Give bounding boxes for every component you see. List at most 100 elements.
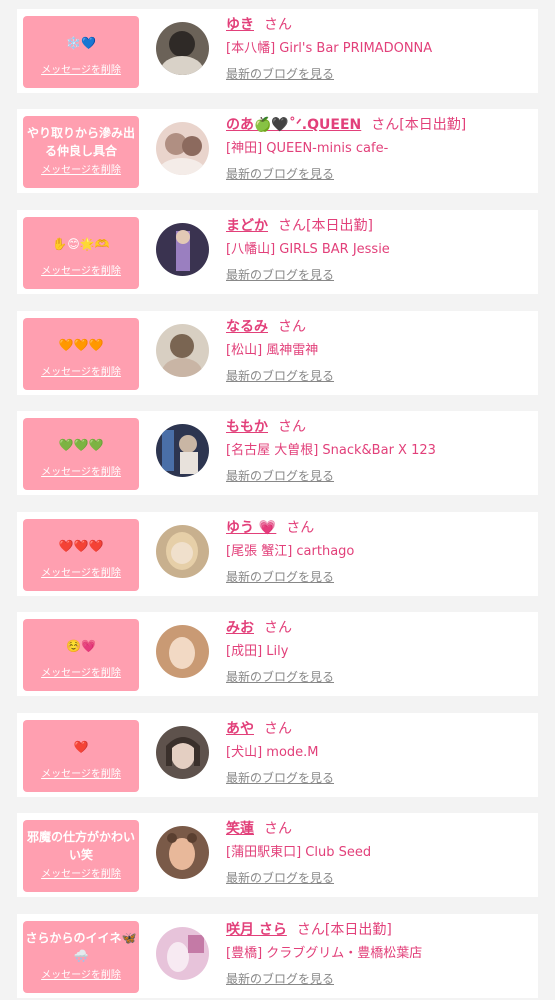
delete-message-link[interactable]: メッセージを削除 (23, 969, 139, 983)
list-item: 🧡🧡🧡 メッセージを削除 なるみ さん [松山] 風神雷神 最新のブログを見る (17, 311, 538, 395)
shop-name: [犬山] mode.M (226, 745, 319, 760)
message-text: ✋😊🌟🫶 (52, 237, 110, 251)
delete-message-link[interactable]: メッセージを削除 (23, 64, 139, 78)
message-box: 邪魔の仕方がかわいい笑 メッセージを削除 (23, 820, 139, 892)
message-box: 💚💚💚 メッセージを削除 (23, 418, 139, 490)
avatar[interactable] (156, 424, 209, 477)
blog-link[interactable]: 最新のブログを見る (226, 570, 534, 585)
message-text: さらからのイイネ🦋🌨️ (25, 931, 137, 963)
status-text: [本日出勤] (306, 218, 373, 234)
shop-name: [神田] QUEEN-minis cafe- (226, 141, 389, 156)
blog-link[interactable]: 最新のブログを見る (226, 771, 534, 786)
shop-name: [本八幡] Girl's Bar PRIMADONNA (226, 41, 433, 56)
message-box: ☺️💗 メッセージを削除 (23, 619, 139, 691)
delete-message-link[interactable]: メッセージを削除 (23, 164, 139, 178)
shop-name: [成田] Lily (226, 644, 289, 659)
message-text: 邪魔の仕方がかわいい笑 (26, 830, 135, 862)
message-text: ☺️💗 (66, 639, 96, 653)
user-name-link[interactable]: のあ🍏🖤˚ᐟ.QUEEN (226, 117, 361, 133)
blog-link[interactable]: 最新のブログを見る (226, 268, 534, 283)
delete-message-link[interactable]: メッセージを削除 (23, 265, 139, 279)
item-info: ゆう 💗 さん [尾張 蟹江] carthago 最新のブログを見る (226, 519, 534, 585)
user-name-link[interactable]: 笑蓮 (226, 821, 254, 837)
delete-message-link[interactable]: メッセージを削除 (23, 868, 139, 882)
shop-name: [名古屋 大曽根] Snack&Bar X 123 (226, 443, 436, 458)
honorific: さん (278, 419, 306, 435)
delete-message-link[interactable]: メッセージを削除 (23, 667, 139, 681)
delete-message-link[interactable]: メッセージを削除 (23, 567, 139, 581)
list-item: ❄️💙 メッセージを削除 ゆき さん [本八幡] Girl's Bar PRIMA… (17, 9, 538, 93)
list-item: ❤️❤️❤️ メッセージを削除 ゆう 💗 さん [尾張 蟹江] carthago … (17, 512, 538, 596)
item-info: 咲月 さら さん[本日出勤] [豊橋] クラブグリム・豊橋松葉店 最新のブログを見… (226, 921, 534, 987)
blog-link[interactable]: 最新のブログを見る (226, 67, 534, 82)
user-name-link[interactable]: まどか (226, 218, 268, 234)
honorific: さん (264, 620, 292, 636)
item-info: のあ🍏🖤˚ᐟ.QUEEN さん[本日出勤] [神田] QUEEN-minis ca… (226, 116, 534, 182)
item-info: まどか さん[本日出勤] [八幡山] GIRLS BAR Jessie 最新のブロ… (226, 217, 534, 283)
list-item: 💚💚💚 メッセージを削除 ももか さん [名古屋 大曽根] Snack&Bar X… (17, 411, 538, 495)
item-info: ももか さん [名古屋 大曽根] Snack&Bar X 123 最新のブログを見… (226, 418, 534, 484)
user-name-link[interactable]: あや (226, 721, 254, 737)
delete-message-link[interactable]: メッセージを削除 (23, 768, 139, 782)
list-item: 邪魔の仕方がかわいい笑 メッセージを削除 笑蓮 さん [蒲田駅東口] Club S… (17, 813, 538, 897)
user-name-link[interactable]: なるみ (226, 319, 268, 335)
item-info: なるみ さん [松山] 風神雷神 最新のブログを見る (226, 318, 534, 384)
message-box: ❤️❤️❤️ メッセージを削除 (23, 519, 139, 591)
blog-link[interactable]: 最新のブログを見る (226, 369, 534, 384)
list-item: ☺️💗 メッセージを削除 みお さん [成田] Lily 最新のブログを見る (17, 612, 538, 696)
list-item: やり取りから滲み出る仲良し具合 メッセージを削除 のあ🍏🖤˚ᐟ.QUEEN さん[… (17, 109, 538, 193)
message-text: やり取りから滲み出る仲良し具合 (26, 126, 135, 158)
message-text: ❤️ (73, 740, 89, 754)
message-box: ❤️ メッセージを削除 (23, 720, 139, 792)
blog-link[interactable]: 最新のブログを見る (226, 972, 534, 987)
item-info: 笑蓮 さん [蒲田駅東口] Club Seed 最新のブログを見る (226, 820, 534, 886)
message-box: 🧡🧡🧡 メッセージを削除 (23, 318, 139, 390)
message-box: ✋😊🌟🫶 メッセージを削除 (23, 217, 139, 289)
blog-link[interactable]: 最新のブログを見る (226, 670, 534, 685)
list-item: ✋😊🌟🫶 メッセージを削除 まどか さん[本日出勤] [八幡山] GIRLS BA… (17, 210, 538, 294)
user-name-link[interactable]: ももか (226, 419, 268, 435)
blog-link[interactable]: 最新のブログを見る (226, 469, 534, 484)
honorific: さん (278, 218, 306, 234)
honorific: さん (264, 17, 292, 33)
message-box: ❄️💙 メッセージを削除 (23, 16, 139, 88)
shop-name: [豊橋] クラブグリム・豊橋松葉店 (226, 946, 423, 961)
avatar[interactable] (156, 324, 209, 377)
message-text: 💚💚💚 (58, 438, 104, 452)
honorific: さん (286, 520, 315, 536)
list-item: さらからのイイネ🦋🌨️ メッセージを削除 咲月 さら さん[本日出勤] [豊橋] … (17, 914, 538, 998)
message-list: ❄️💙 メッセージを削除 ゆき さん [本八幡] Girl's Bar PRIMA… (0, 0, 555, 1000)
message-text: ❤️❤️❤️ (58, 539, 104, 553)
avatar[interactable] (156, 625, 209, 678)
message-box: やり取りから滲み出る仲良し具合 メッセージを削除 (23, 116, 139, 188)
shop-name: [蒲田駅東口] Club Seed (226, 845, 372, 860)
user-name-link[interactable]: ゆき (226, 17, 254, 33)
status-text: [本日出勤] (399, 117, 467, 133)
avatar[interactable] (156, 726, 209, 779)
avatar[interactable] (156, 826, 209, 879)
message-text: 🧡🧡🧡 (58, 338, 104, 352)
honorific: さん (296, 922, 325, 938)
message-box: さらからのイイネ🦋🌨️ メッセージを削除 (23, 921, 139, 993)
user-name-link[interactable]: ゆう 💗 (226, 520, 276, 536)
item-info: あや さん [犬山] mode.M 最新のブログを見る (226, 720, 534, 786)
honorific: さん (264, 721, 292, 737)
blog-link[interactable]: 最新のブログを見る (226, 167, 534, 182)
message-text: ❄️💙 (66, 36, 96, 50)
avatar[interactable] (156, 22, 209, 75)
avatar[interactable] (156, 927, 209, 980)
delete-message-link[interactable]: メッセージを削除 (23, 366, 139, 380)
shop-name: [八幡山] GIRLS BAR Jessie (226, 242, 390, 257)
user-name-link[interactable]: みお (226, 620, 254, 636)
blog-link[interactable]: 最新のブログを見る (226, 871, 534, 886)
shop-name: [松山] 風神雷神 (226, 343, 319, 358)
avatar[interactable] (156, 223, 209, 276)
status-text: [本日出勤] (324, 922, 392, 938)
delete-message-link[interactable]: メッセージを削除 (23, 466, 139, 480)
avatar[interactable] (156, 122, 209, 175)
honorific: さん (278, 319, 306, 335)
list-item: ❤️ メッセージを削除 あや さん [犬山] mode.M 最新のブログを見る (17, 713, 538, 797)
avatar[interactable] (156, 525, 209, 578)
user-name-link[interactable]: 咲月 さら (226, 922, 287, 938)
honorific: さん (371, 117, 400, 133)
